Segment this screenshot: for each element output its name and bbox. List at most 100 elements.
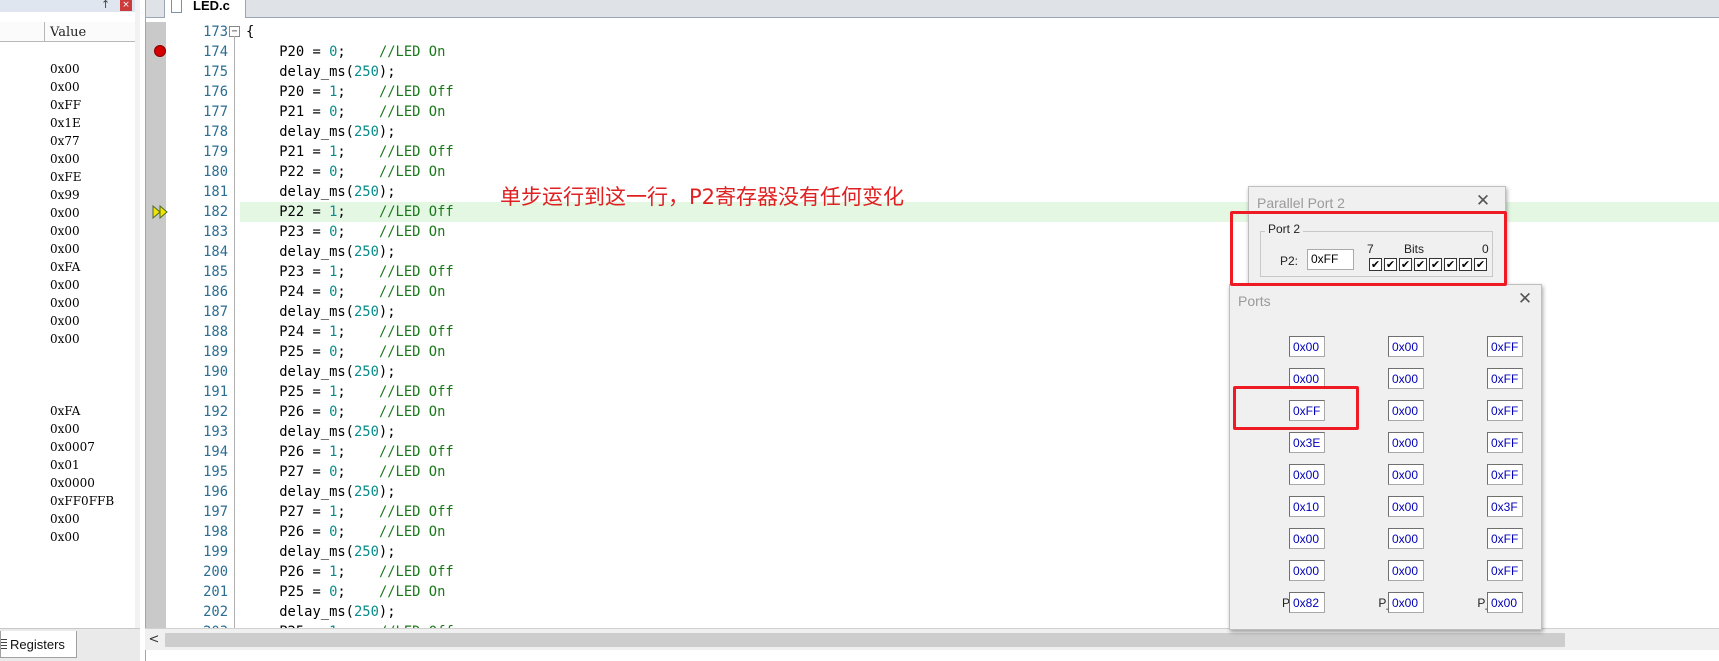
breakpoint-icon[interactable] [154,45,166,57]
register-value: 0xFF0FFB [50,494,115,508]
code-comment: //LED Off [378,504,454,520]
code-comment: //LED On [378,104,446,120]
register-value: 0xFE [50,170,82,184]
line-number: 183 [203,224,228,240]
port-value-p7m0[interactable]: 0x00 [1388,560,1424,581]
line-number: 196 [203,484,228,500]
code-token: P26 = [246,564,330,580]
port-value-p7[interactable]: 0x00 [1289,560,1325,581]
line-number: 188 [203,324,228,340]
code-token: P22 = [246,204,330,220]
port-value-p4m0[interactable]: 0x00 [1388,464,1424,485]
code-comment: //LED On [378,44,446,60]
code-number: 250 [353,124,379,140]
code-line[interactable]: P21 = 0; //LED On [240,104,1719,124]
pin-icon[interactable]: ↑ [101,0,110,11]
line-number: 192 [203,404,228,420]
port-value-p1asf[interactable]: 0x82 [1289,592,1325,613]
code-token: ); [378,364,396,380]
port-value-p3m1[interactable]: 0xFF [1487,432,1523,453]
port-value-p3[interactable]: 0x3E [1289,432,1325,453]
code-line[interactable]: P20 = 1; //LED Off [240,84,1719,104]
code-comment: //LED Off [378,144,454,160]
register-value: 0x00 [50,296,80,310]
code-token: P26 = [246,524,330,540]
file-tab-led-c[interactable]: LED.c [164,0,246,18]
code-token: ; [337,504,379,520]
scroll-left-arrow-icon[interactable]: < [145,631,163,649]
code-line[interactable]: P21 = 1; //LED Off [240,144,1719,164]
port-value-p6[interactable]: 0x00 [1289,528,1325,549]
port-value-p4[interactable]: 0x00 [1289,464,1325,485]
line-number: 195 [203,464,228,480]
code-token: P27 = [246,504,330,520]
port-value-p5m1[interactable]: 0x3F [1487,496,1523,517]
port-value-p2m1[interactable]: 0xFF [1487,400,1523,421]
line-number: 199 [203,544,228,560]
code-line[interactable]: P22 = 0; //LED On [240,164,1719,184]
register-value: 0x00 [50,224,80,238]
port-value-p5[interactable]: 0x10 [1289,496,1325,517]
code-token: P27 = [246,464,330,480]
code-token: P25 = [246,384,330,400]
code-number: 250 [353,184,379,200]
code-token: ; [337,44,379,60]
registers-tab[interactable]: Registers [0,631,77,658]
port-value-p_sw2[interactable]: 0x00 [1487,592,1523,613]
code-comment: //LED Off [378,84,454,100]
port-value-p_sw1[interactable]: 0x00 [1388,592,1424,613]
code-token: ); [378,604,396,620]
dialog-title: Parallel Port 2 [1257,195,1345,211]
code-line[interactable]: P20 = 0; //LED On [240,44,1719,64]
register-value: 0x1E [50,116,81,130]
line-number: 193 [203,424,228,440]
code-number: 250 [353,304,379,320]
port-value-p0m0[interactable]: 0x00 [1388,336,1424,357]
register-value: 0x0007 [50,440,95,454]
close-icon[interactable]: ✕ [1475,193,1491,210]
horizontal-scrollbar[interactable]: < [145,628,1719,650]
port-value-p2m0[interactable]: 0x00 [1388,400,1424,421]
close-icon[interactable]: × [120,0,132,11]
code-line[interactable]: delay_ms(250); [240,64,1719,84]
code-token: ; [337,464,379,480]
line-number: 202 [203,604,228,620]
column-divider[interactable] [44,22,45,42]
code-comment: //LED Off [378,564,454,580]
file-tab-label: LED.c [193,0,230,13]
code-token: ; [337,584,379,600]
code-token: ; [337,344,379,360]
close-icon[interactable]: ✕ [1517,291,1533,308]
app-window: ↑ × Value 0x00 0x00 0xFF 0x1E 0x77 0x00 0xFE 0x… [0,0,1719,661]
code-token: ; [337,264,379,280]
code-token: ; [337,404,379,420]
code-token: ; [337,564,379,580]
port-value-p4m1[interactable]: 0xFF [1487,464,1523,485]
code-comment: //LED Off [378,324,454,340]
code-line[interactable]: delay_ms(250); [240,124,1719,144]
port-value-p6m0[interactable]: 0x00 [1388,528,1424,549]
port-value-p7m1[interactable]: 0xFF [1487,560,1523,581]
code-token: { [246,24,255,40]
registers-scrollbar[interactable] [135,0,140,628]
line-number: 179 [203,144,228,160]
register-value: 0x01 [50,458,80,472]
code-token: delay_ms( [246,604,354,620]
port-value-p5m0[interactable]: 0x00 [1388,496,1424,517]
code-token: P25 = [246,584,330,600]
code-comment: //LED On [378,584,446,600]
port-value-p1m1[interactable]: 0xFF [1487,368,1523,389]
code-line[interactable]: { [240,24,1719,44]
code-token: ; [337,384,379,400]
port-value-p6m1[interactable]: 0xFF [1487,528,1523,549]
line-number: 180 [203,164,228,180]
port-value-p3m0[interactable]: 0x00 [1388,432,1424,453]
port-value-p0[interactable]: 0x00 [1289,336,1325,357]
code-token: P21 = [246,144,330,160]
breakpoint-gutter[interactable] [146,22,166,628]
scrollbar-thumb[interactable] [165,633,1565,647]
line-number: 186 [203,284,228,300]
register-value: 0x00 [50,278,80,292]
port-value-p1m0[interactable]: 0x00 [1388,368,1424,389]
port-value-p0m1[interactable]: 0xFF [1487,336,1523,357]
